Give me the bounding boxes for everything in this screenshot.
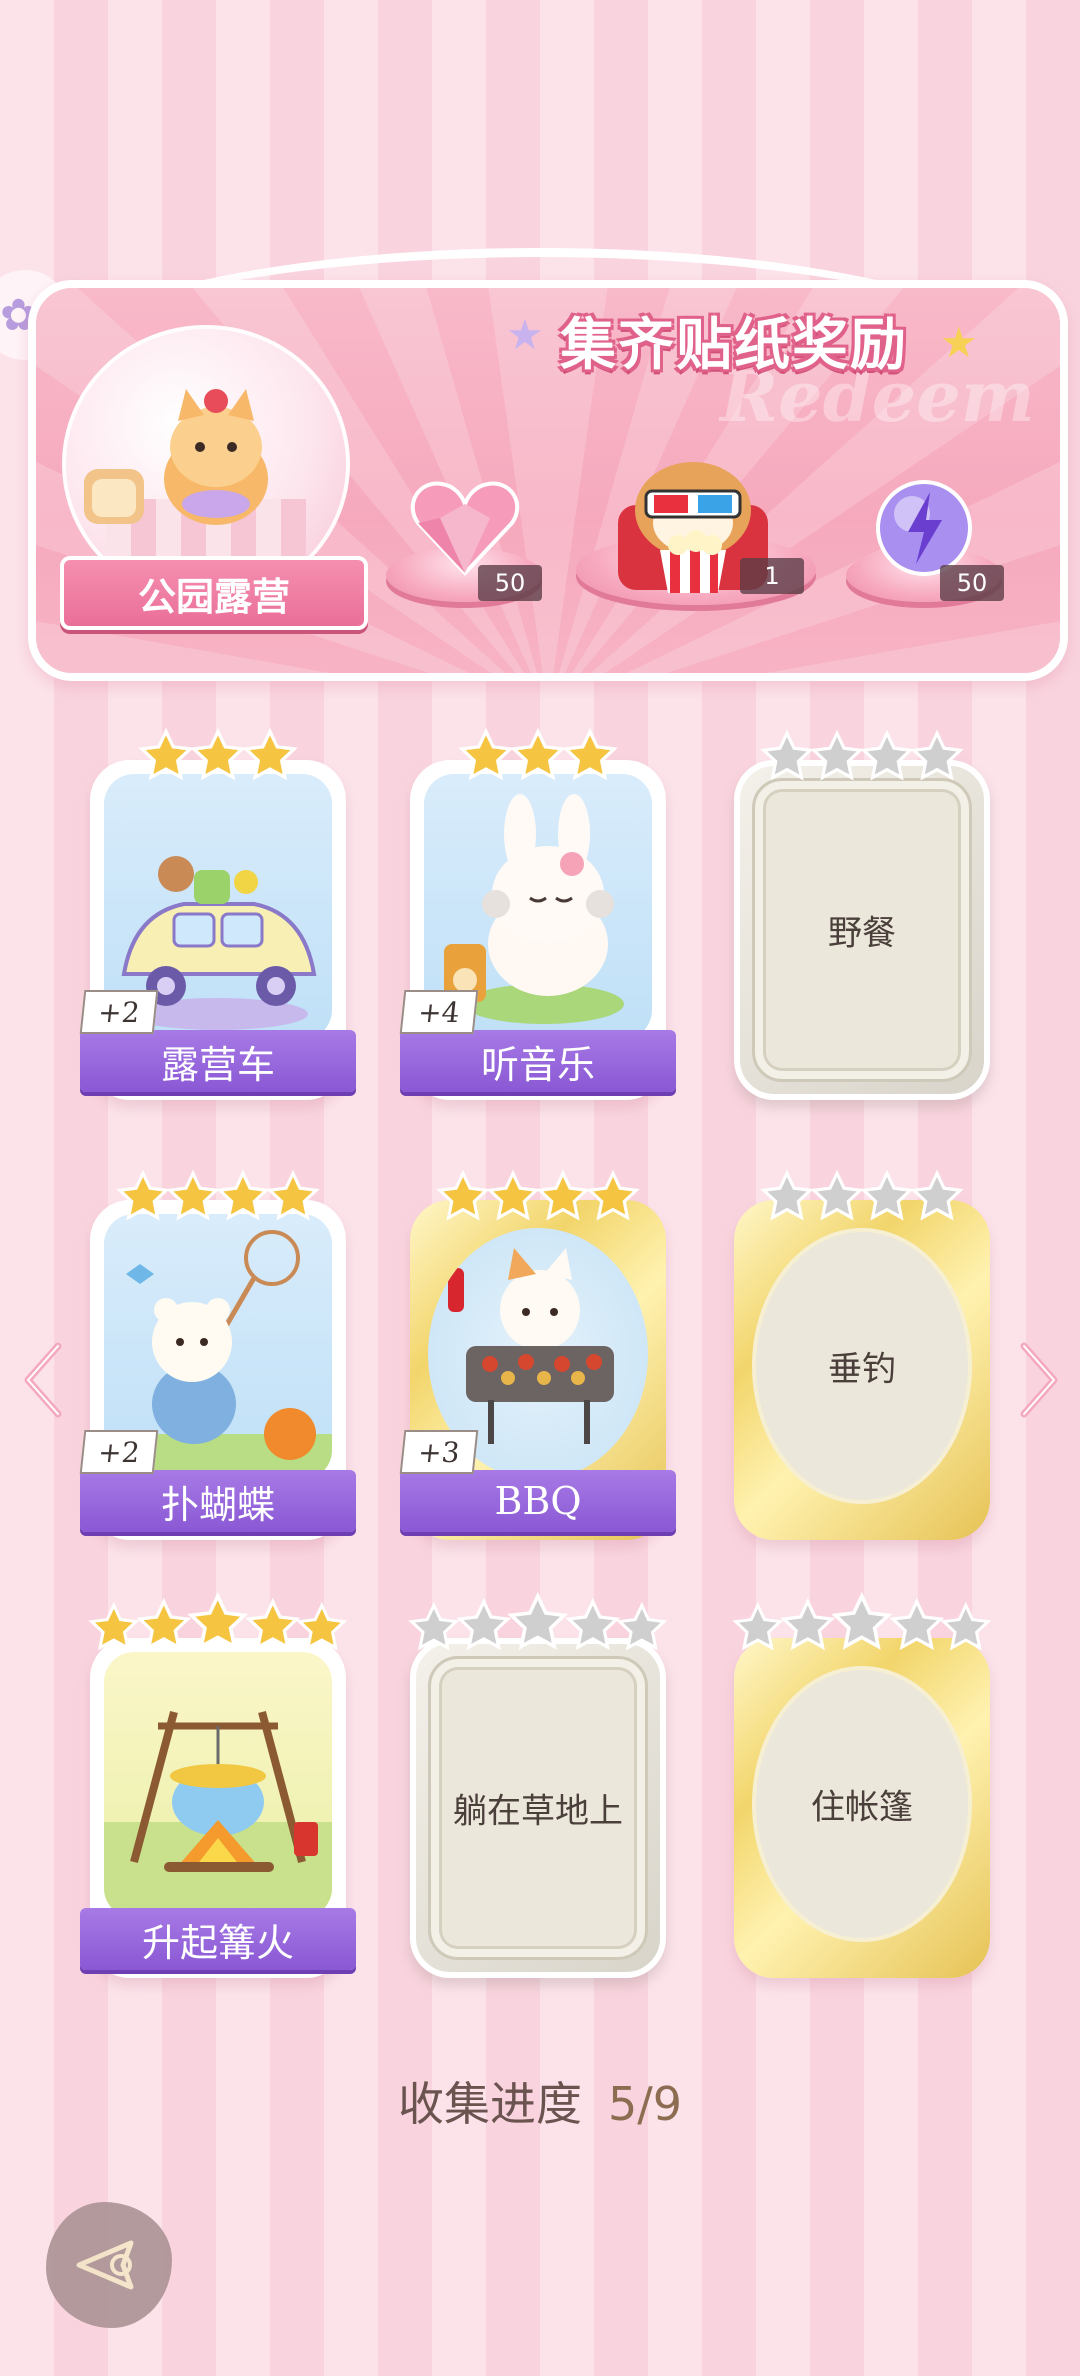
gold-star-icon xyxy=(187,1592,249,1650)
sticker-name: BBQ xyxy=(400,1470,676,1532)
reward-count: 50 xyxy=(940,565,1004,601)
silver-star-icon xyxy=(455,1598,511,1651)
gold-star-icon xyxy=(296,1602,348,1651)
silver-star-icon xyxy=(860,1170,914,1221)
gold-star-icon xyxy=(166,1170,220,1221)
gold-star-icon xyxy=(536,1170,590,1221)
sticker-name: 露营车 xyxy=(80,1030,356,1092)
gold-star-icon xyxy=(116,1170,170,1221)
reward-count: 1 xyxy=(740,558,804,594)
gold-star-icon xyxy=(135,1598,191,1651)
locked-sticker-panel: 躺在草地上 xyxy=(428,1656,648,1960)
star-icon: ★ xyxy=(940,318,978,367)
sticker-name: 野餐 xyxy=(828,913,896,954)
gold-star-icon xyxy=(245,1598,301,1651)
campfire-pot-illustration xyxy=(104,1652,332,1918)
back-button[interactable] xyxy=(46,2202,172,2328)
gold-star-icon xyxy=(436,1170,490,1221)
silver-star-icon xyxy=(860,730,914,781)
collection-progress: 收集进度 5/9 xyxy=(0,2068,1080,2134)
sticker-card-fishing-locked[interactable]: 垂钓 xyxy=(734,1170,990,1540)
duplicate-bonus-badge: +4 xyxy=(399,990,479,1034)
silver-star-icon xyxy=(889,1598,945,1651)
sticker-card-tent-locked[interactable]: 住帐篷 xyxy=(732,1592,992,1978)
silver-star-icon xyxy=(760,730,814,781)
gold-star-icon xyxy=(586,1170,640,1221)
sticker-name: 住帐篷 xyxy=(811,1787,913,1828)
silver-star-icon xyxy=(831,1592,893,1650)
gold-star-icon xyxy=(216,1170,270,1221)
silver-star-icon xyxy=(910,730,964,781)
reward-count: 50 xyxy=(478,565,542,601)
star-rating xyxy=(410,1164,666,1224)
back-arrow-icon xyxy=(76,2240,134,2290)
silver-star-icon xyxy=(732,1602,784,1651)
star-rating xyxy=(734,1164,990,1224)
gold-star-icon xyxy=(562,728,618,781)
banner-title: 集齐贴纸奖励 xyxy=(560,313,908,378)
silver-star-icon xyxy=(408,1602,460,1651)
star-rating xyxy=(410,724,666,784)
star-rating xyxy=(734,724,990,784)
duplicate-bonus-badge: +3 xyxy=(399,1430,479,1474)
sticker-name: 垂钓 xyxy=(828,1349,896,1390)
sticker-name: 扑蝴蝶 xyxy=(80,1470,356,1532)
star-rating xyxy=(90,1164,346,1224)
star-rating xyxy=(408,1592,668,1654)
star-rating xyxy=(732,1592,992,1654)
locked-sticker-oval: 垂钓 xyxy=(752,1228,972,1504)
sticker-card-listen-music[interactable]: +4 听音乐 xyxy=(399,728,676,1100)
prev-page-arrow[interactable] xyxy=(18,1340,68,1424)
silver-star-icon xyxy=(565,1598,621,1651)
sticker-card-picnic-locked[interactable]: 野餐 xyxy=(734,730,990,1100)
sticker-name: 升起篝火 xyxy=(80,1908,356,1970)
star-rating xyxy=(90,724,346,784)
sticker-card-bbq[interactable]: +3 BBQ xyxy=(399,1170,676,1540)
star-rating xyxy=(88,1592,348,1654)
gold-star-icon xyxy=(242,728,298,781)
star-icon: ★ xyxy=(506,310,544,359)
progress-value: 5/9 xyxy=(607,2077,683,2131)
gold-star-icon xyxy=(190,728,246,781)
gold-star-icon xyxy=(266,1170,320,1221)
gold-star-icon xyxy=(458,728,514,781)
silver-star-icon xyxy=(760,1170,814,1221)
duplicate-bonus-badge: +2 xyxy=(79,990,159,1034)
silver-star-icon xyxy=(810,730,864,781)
silver-star-icon xyxy=(940,1602,992,1651)
sticker-card-catch-butterfly[interactable]: +2 扑蝴蝶 xyxy=(79,1170,356,1540)
silver-star-icon xyxy=(616,1602,668,1651)
gold-star-icon xyxy=(486,1170,540,1221)
gold-star-icon xyxy=(510,728,566,781)
silver-star-icon xyxy=(779,1598,835,1651)
gold-star-icon xyxy=(88,1602,140,1651)
silver-star-icon xyxy=(810,1170,864,1221)
locked-sticker-oval: 住帐篷 xyxy=(752,1666,972,1942)
locked-sticker-panel: 野餐 xyxy=(752,778,972,1082)
gold-star-icon xyxy=(138,728,194,781)
sticker-name: 听音乐 xyxy=(400,1030,676,1092)
sticker-card-camper-car[interactable]: +2 露营车 xyxy=(79,728,356,1100)
theme-name-ribbon: 公园露营 xyxy=(60,556,368,630)
next-page-arrow[interactable] xyxy=(1014,1340,1064,1424)
sticker-card-campfire[interactable]: 升起篝火 xyxy=(80,1592,356,1978)
duplicate-bonus-badge: +2 xyxy=(79,1430,159,1474)
silver-star-icon xyxy=(507,1592,569,1650)
progress-label: 收集进度 xyxy=(397,2077,582,2131)
silver-star-icon xyxy=(910,1170,964,1221)
sticker-card-lie-on-grass-locked[interactable]: 躺在草地上 xyxy=(408,1592,668,1978)
sticker-name: 躺在草地上 xyxy=(453,1791,623,1832)
